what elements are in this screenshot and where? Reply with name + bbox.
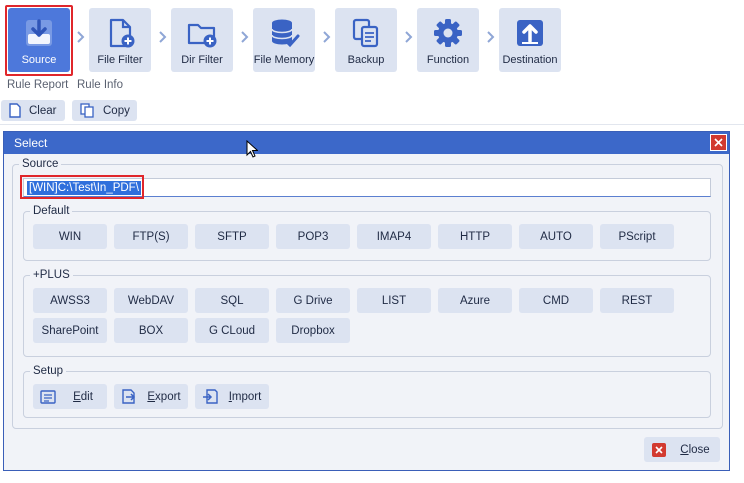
dir-filter-button[interactable]: Dir Filter xyxy=(171,8,233,72)
chevron-right-icon xyxy=(77,31,85,43)
setup-group: Setup Edit Export Import xyxy=(23,364,711,418)
blank-page-icon xyxy=(9,103,21,118)
close-icon xyxy=(644,442,674,457)
edit-list-icon xyxy=(33,389,63,404)
upload-arrow-icon xyxy=(513,16,547,50)
plus-legend: +PLUS xyxy=(30,268,73,282)
default-group: Default WIN FTP(S) SFTP POP3 IMAP4 HTTP … xyxy=(23,204,711,261)
dialog-title-bar[interactable]: Select xyxy=(4,132,729,154)
import-icon xyxy=(195,389,225,404)
database-check-icon xyxy=(267,16,301,50)
setup-legend: Setup xyxy=(30,364,67,378)
dir-filter-label: Dir Filter xyxy=(181,54,223,66)
backup-button[interactable]: Backup xyxy=(335,8,397,72)
file-memory-button[interactable]: File Memory xyxy=(253,8,315,72)
ribbon-toolbar: Source File Filter Dir Filter File Memor… xyxy=(0,0,744,124)
export-button[interactable]: Export xyxy=(114,384,188,409)
source-path-input[interactable]: [WIN]C:\Test\In_PDF\ xyxy=(23,178,711,197)
chevron-right-icon xyxy=(159,31,167,43)
edit-label: Edit xyxy=(73,390,93,403)
rule-info-label: Rule Info xyxy=(77,79,124,91)
gdrive-button[interactable]: G Drive xyxy=(276,288,350,313)
function-button[interactable]: Function xyxy=(417,8,479,72)
sql-button[interactable]: SQL xyxy=(195,288,269,313)
select-dialog: Select Source [WIN]C:\Test\In_PDF\ Defau… xyxy=(3,131,730,471)
export-icon xyxy=(114,389,144,404)
dialog-title: Select xyxy=(14,136,48,150)
mouse-cursor-icon xyxy=(246,140,258,158)
toolbar-divider xyxy=(0,124,744,125)
default-legend: Default xyxy=(30,204,73,218)
rest-button[interactable]: REST xyxy=(600,288,674,313)
gcloud-button[interactable]: G CLoud xyxy=(195,318,269,343)
copy-button[interactable]: Copy xyxy=(72,100,137,121)
http-button[interactable]: HTTP xyxy=(438,224,512,249)
close-button[interactable]: Close xyxy=(644,437,720,462)
source-button-label: Source xyxy=(21,54,57,66)
destination-label: Destination xyxy=(502,54,558,66)
cmd-button[interactable]: CMD xyxy=(519,288,593,313)
chevron-right-icon xyxy=(487,31,495,43)
edit-button[interactable]: Edit xyxy=(33,384,107,409)
destination-button[interactable]: Destination xyxy=(499,8,561,72)
source-path-value: [WIN]C:\Test\In_PDF\ xyxy=(27,181,141,195)
export-label: Export xyxy=(147,390,181,403)
copy-documents-icon xyxy=(349,16,383,50)
download-arrow-icon xyxy=(22,16,56,50)
file-memory-label: File Memory xyxy=(253,54,315,66)
gear-icon xyxy=(431,16,465,50)
awss3-button[interactable]: AWSS3 xyxy=(33,288,107,313)
imap4-button[interactable]: IMAP4 xyxy=(357,224,431,249)
list-button[interactable]: LIST xyxy=(357,288,431,313)
clear-label: Clear xyxy=(29,104,57,117)
rule-report-label: Rule Report xyxy=(7,79,69,91)
win-button[interactable]: WIN xyxy=(33,224,107,249)
webdav-button[interactable]: WebDAV xyxy=(114,288,188,313)
chevron-right-icon xyxy=(241,31,249,43)
file-filter-button[interactable]: File Filter xyxy=(89,8,151,72)
sftp-button[interactable]: SFTP xyxy=(195,224,269,249)
chevron-right-icon xyxy=(323,31,331,43)
box-button[interactable]: BOX xyxy=(114,318,188,343)
import-button[interactable]: Import xyxy=(195,384,269,409)
dropbox-button[interactable]: Dropbox xyxy=(276,318,350,343)
source-legend: Source xyxy=(19,157,62,171)
sharepoint-button[interactable]: SharePoint xyxy=(33,318,107,343)
folder-add-icon xyxy=(185,16,219,50)
chevron-right-icon xyxy=(405,31,413,43)
ftps-button[interactable]: FTP(S) xyxy=(114,224,188,249)
file-add-icon xyxy=(103,16,137,50)
close-label: Close xyxy=(680,443,710,456)
backup-label: Backup xyxy=(347,54,385,66)
copy-icon xyxy=(80,103,94,118)
copy-label: Copy xyxy=(103,104,130,117)
plus-group: +PLUS AWSS3 WebDAV SQL G Drive LIST Azur… xyxy=(23,268,711,357)
dialog-close-icon[interactable] xyxy=(710,134,727,151)
pop3-button[interactable]: POP3 xyxy=(276,224,350,249)
auto-button[interactable]: AUTO xyxy=(519,224,593,249)
import-label: Import xyxy=(228,390,262,403)
file-filter-label: File Filter xyxy=(97,54,143,66)
source-button[interactable]: Source xyxy=(8,8,70,72)
azure-button[interactable]: Azure xyxy=(438,288,512,313)
clear-button[interactable]: Clear xyxy=(1,100,65,121)
function-label: Function xyxy=(426,54,470,66)
pscript-button[interactable]: PScript xyxy=(600,224,674,249)
